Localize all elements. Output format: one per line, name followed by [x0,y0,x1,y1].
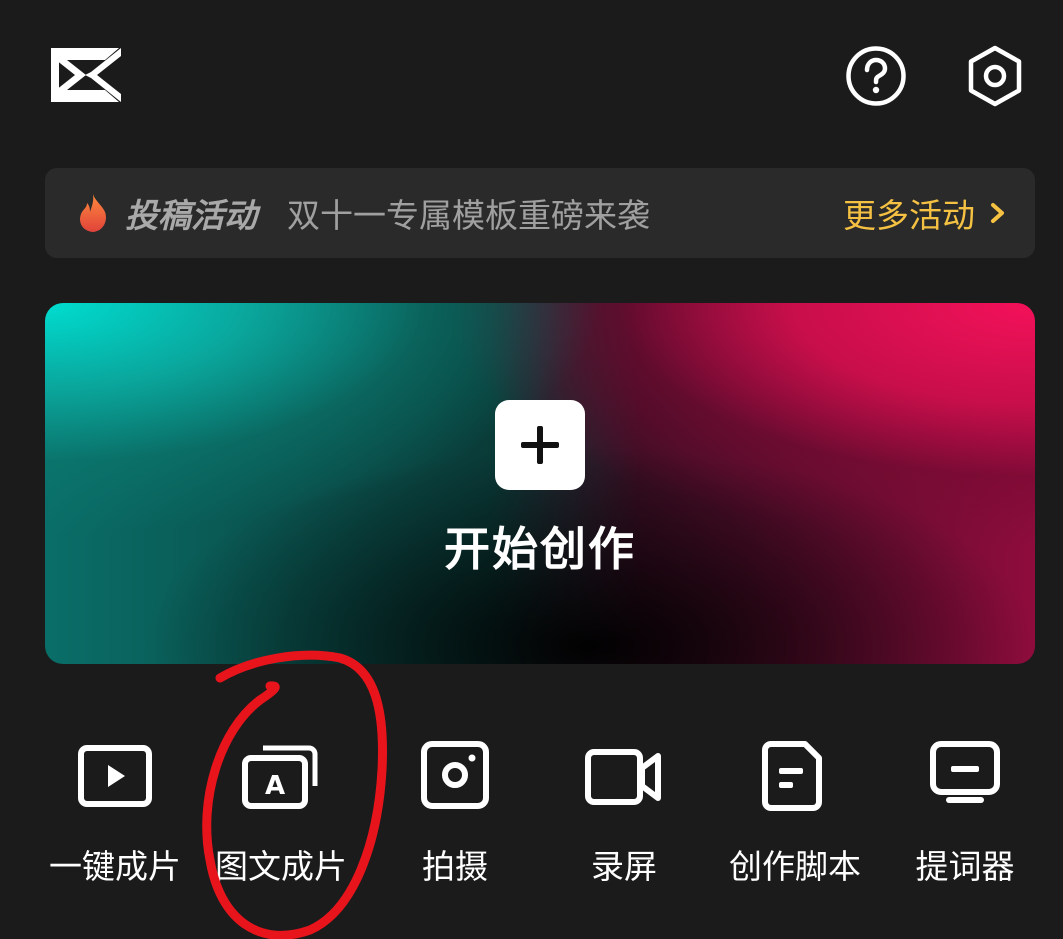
home-screen: 投稿活动 双十一专属模板重磅来袭 更多活动 开始创作 一键成片 A 图文成片 拍… [0,0,1063,939]
teleprompter-icon [930,741,1000,803]
tool-label: 录屏 [591,847,657,886]
banner-tag: 投稿活动 [125,196,257,235]
activity-banner[interactable]: 投稿活动 双十一专属模板重磅来袭 更多活动 [45,168,1035,258]
settings-hexagon-icon [968,45,1022,107]
tool-shortcuts: 一键成片 A 图文成片 拍摄 录屏 创作脚本 提词器 [30,740,1050,890]
plus-icon [521,426,559,464]
tool-one-click-video[interactable]: 一键成片 [30,740,200,890]
more-activities-label: 更多活动 [843,196,975,235]
start-creating-card[interactable]: 开始创作 [45,303,1035,664]
play-video-icon [78,745,152,807]
plus-button[interactable] [495,400,585,490]
script-document-icon [762,741,822,811]
tool-screen-record[interactable]: 录屏 [539,740,709,890]
tool-text-to-video[interactable]: A 图文成片 [196,740,366,890]
settings-button[interactable] [964,44,1026,108]
start-creating-label: 开始创作 [444,522,636,576]
chevron-right-icon [991,203,1004,223]
tool-teleprompter[interactable]: 提词器 [880,740,1050,890]
tool-camera[interactable]: 拍摄 [370,740,540,890]
tool-label: 图文成片 [215,847,347,886]
capcut-logo-icon [47,44,125,106]
help-circle-icon [846,46,906,106]
flame-icon [80,194,106,232]
more-activities-link[interactable]: 更多活动 [843,168,1007,258]
tool-label: 拍摄 [422,847,488,886]
tool-creation-script[interactable]: 创作脚本 [710,740,880,890]
tool-label: 提词器 [915,847,1015,886]
svg-text:A: A [265,771,285,801]
text-to-video-icon: A [242,745,318,809]
tool-label: 一键成片 [49,847,181,886]
banner-text: 双十一专属模板重磅来袭 [287,196,650,235]
camera-icon [421,741,489,809]
tool-label: 创作脚本 [729,847,861,886]
screen-record-icon [585,749,661,805]
help-button[interactable] [845,44,907,108]
